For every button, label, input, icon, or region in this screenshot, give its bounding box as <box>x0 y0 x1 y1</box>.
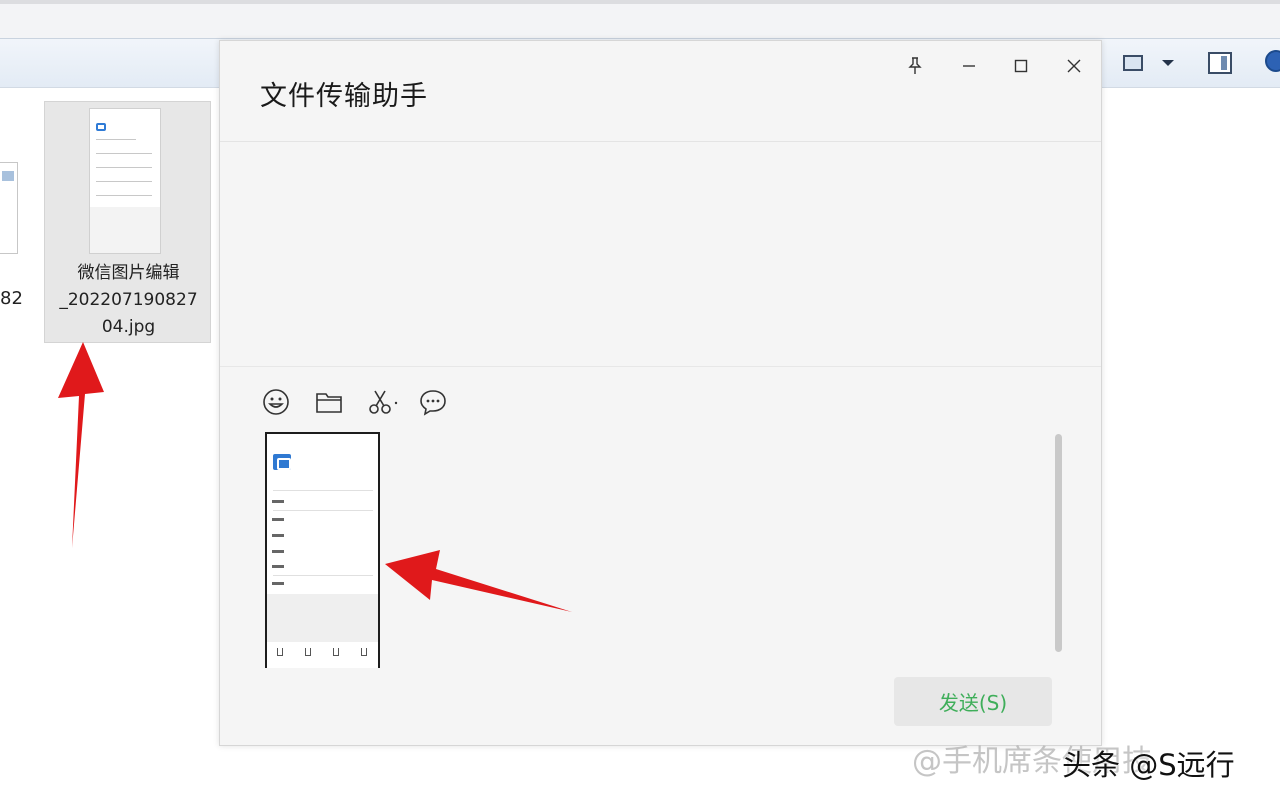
watermark: 头条 @S远行 <box>1062 748 1235 782</box>
red-arrow-left <box>385 550 572 612</box>
red-arrow-up <box>58 342 104 548</box>
annotation-arrows <box>58 342 572 612</box>
